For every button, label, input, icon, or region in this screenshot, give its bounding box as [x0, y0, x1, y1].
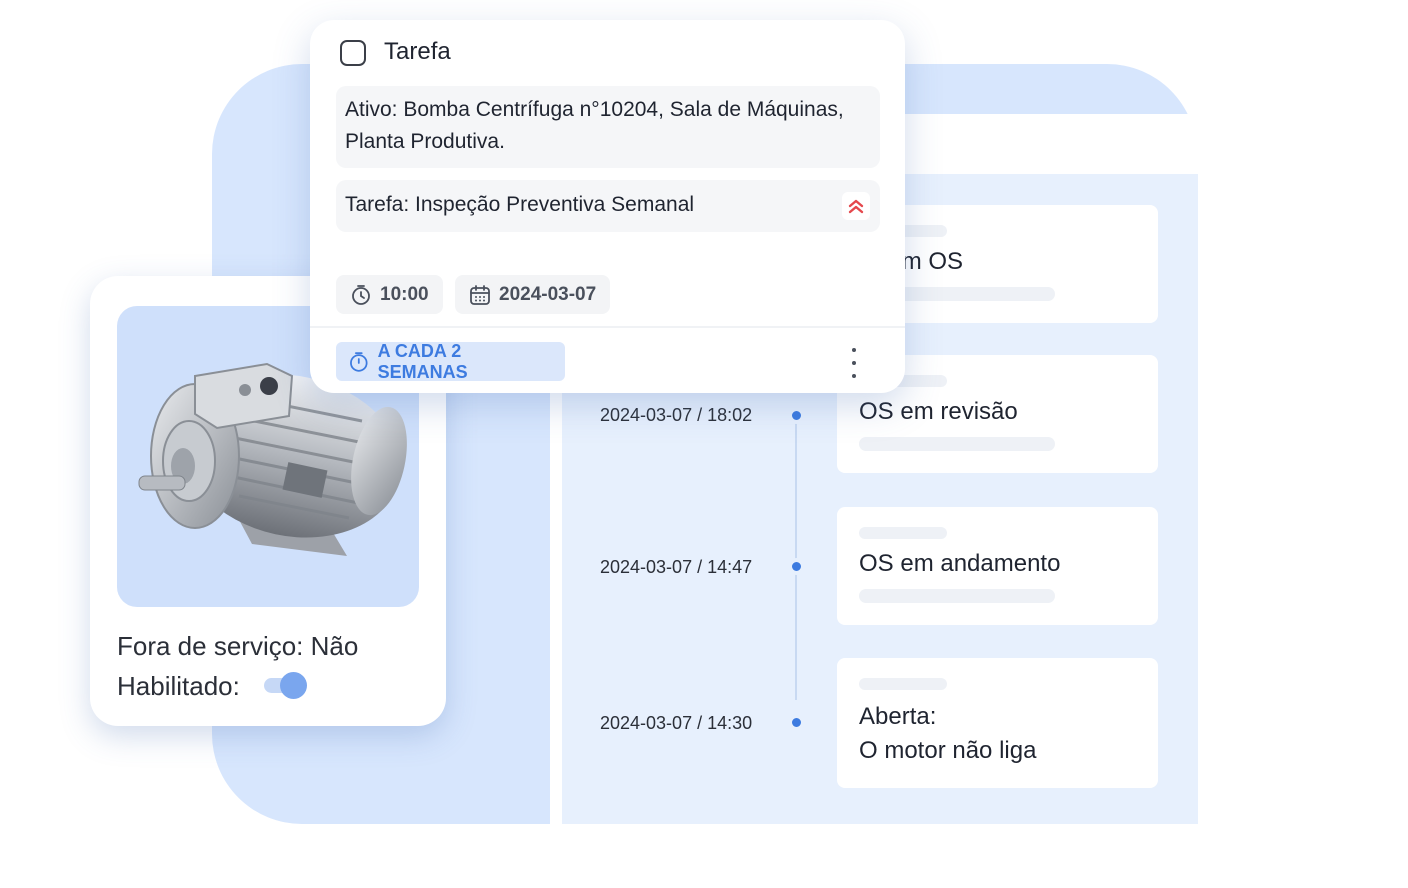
more-options-icon[interactable]	[844, 348, 864, 378]
placeholder-bar	[859, 678, 947, 690]
task-footer: A CADA 2 SEMANAS	[310, 326, 905, 393]
task-title: Tarefa	[384, 38, 451, 65]
timeline-status: OS em revisão	[859, 398, 1018, 425]
placeholder-bar	[859, 589, 1055, 603]
timeline-status: Aberta:	[859, 703, 937, 730]
asset-label: Ativo:	[345, 98, 398, 121]
task-description: Tarefa: Inspeção Preventiva Semanal	[336, 180, 880, 232]
panel-divider	[550, 380, 562, 824]
recurrence-label: A CADA 2 SEMANAS	[377, 340, 468, 382]
timeline-status: OS em andamento	[859, 550, 1061, 577]
placeholder-bar	[859, 527, 947, 539]
calendar-icon	[470, 284, 490, 305]
asset-info: Ativo: Bomba Centrífuga n°10204, Sala de…	[336, 86, 880, 168]
timeline-date: 2024-03-07 / 14:30	[600, 713, 753, 733]
timeline-card-open[interactable]: Aberta: O motor não liga	[837, 658, 1158, 788]
stage: olvido com OS 2024-03-07 / 18:02 OS em r…	[0, 0, 1408, 888]
recurrence-chip[interactable]: A CADA 2 SEMANAS	[336, 340, 565, 382]
date-value: 2024-03-07	[499, 283, 597, 305]
timeline-dot	[789, 715, 804, 730]
double-chevron-up-icon	[848, 199, 864, 214]
timeline-status-detail: O motor não liga	[859, 737, 1037, 764]
enabled-toggle[interactable]	[262, 672, 308, 699]
enabled-label: Habilitado:	[117, 671, 240, 701]
priority-high-icon[interactable]	[842, 192, 870, 220]
stopwatch-icon	[350, 351, 368, 372]
timeline-dot	[789, 408, 804, 423]
timer-icon	[352, 284, 370, 305]
time-chip[interactable]: 10:00	[336, 275, 443, 314]
timeline-dot	[789, 559, 804, 574]
date-chip[interactable]: 2024-03-07	[455, 275, 611, 314]
task-text: Tarefa: Inspeção Preventiva Semanal	[345, 193, 695, 216]
timeline-date: 2024-03-07 / 18:02	[600, 405, 753, 425]
out-of-service-label: Fora de serviço: Não	[117, 631, 359, 661]
asset-value: Bomba Centrífuga n°10204, Sala de Máquin…	[345, 98, 844, 153]
task-card[interactable]: Tarefa Ativo: Bomba Centrífuga n°10204, …	[310, 20, 905, 393]
task-checkbox[interactable]	[340, 40, 366, 66]
toggle-knob	[280, 672, 307, 699]
placeholder-bar	[859, 437, 1055, 451]
timeline-card-in-progress[interactable]: OS em andamento	[837, 507, 1158, 625]
timeline-date: 2024-03-07 / 14:47	[600, 557, 753, 577]
time-value: 10:00	[380, 283, 429, 305]
